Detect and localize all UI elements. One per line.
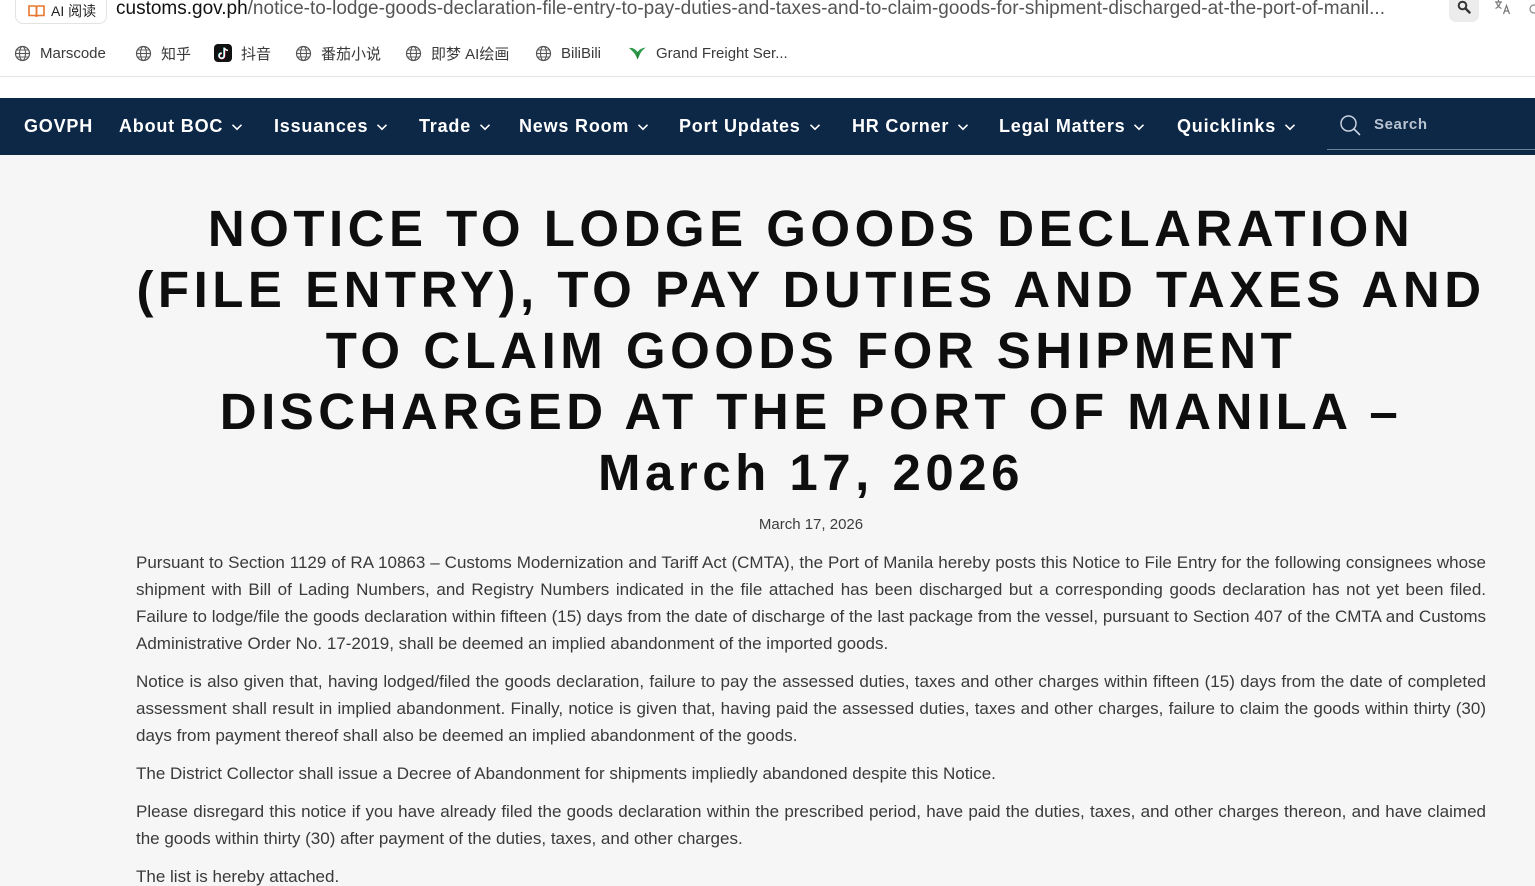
ai-read-button[interactable]: AI 阅读: [15, 0, 108, 24]
bookmark-zhihu[interactable]: 知乎: [135, 43, 191, 63]
bookmark-grand-freight[interactable]: Grand Freight Ser...: [628, 43, 788, 63]
bookmark-label: 抖音: [241, 45, 272, 63]
nav-item-label: Issuances: [274, 116, 369, 136]
chevron-down-icon: [1284, 123, 1296, 131]
bookmark-label: Grand Freight Ser...: [656, 44, 788, 62]
nav-item-label: News Room: [519, 116, 630, 136]
bookmark-label: 即梦 AI绘画: [431, 45, 510, 63]
article-paragraph: Please disregard this notice if you have…: [136, 802, 1486, 848]
translate-button[interactable]: [1488, 0, 1518, 22]
nav-item-port-updates[interactable]: Port Updates: [679, 98, 821, 155]
article-paragraph: The list is hereby attached.: [136, 867, 340, 886]
post-date: March 17, 2026: [758, 516, 864, 533]
main-nav: GOVPH About BOC Issuances Trade News Roo…: [0, 98, 1535, 155]
article-paragraph: The District Collector shall issue a Dec…: [136, 764, 996, 783]
chevron-down-icon: [231, 123, 243, 131]
url-field[interactable]: customs.gov.ph/notice-to-lodge-goods-dec…: [116, 0, 1436, 21]
globe-icon: [535, 45, 552, 62]
url-host: customs.gov.ph: [116, 0, 248, 19]
bookmark-marscode[interactable]: Marscode: [14, 43, 106, 63]
zoom-icon: [1457, 0, 1471, 19]
nav-brand-govph[interactable]: GOVPH: [24, 98, 93, 155]
address-bar-overflow[interactable]: [1527, 0, 1535, 22]
nav-item-label: Legal Matters: [999, 116, 1126, 136]
nav-item-label: Quicklinks: [1177, 116, 1277, 136]
globe-icon: [405, 45, 422, 62]
article: NOTICE TO LODGE GOODS DECLARATION (FILE …: [136, 155, 1486, 886]
nav-item-label: Trade: [419, 116, 472, 136]
bookmarks-bar: Marscode 知乎 抖音 番茄小说 即梦 AI绘画 BiliBili Gra…: [0, 28, 1535, 77]
tiktok-icon: [214, 44, 232, 62]
article-paragraph: Notice is also given that, having lodged…: [136, 672, 1486, 745]
ai-read-icon: [28, 4, 45, 18]
bookmark-douyin[interactable]: 抖音: [214, 43, 271, 63]
nav-item-hr-corner[interactable]: HR Corner: [852, 98, 969, 155]
ai-read-label: AI 阅读: [51, 2, 97, 19]
chevron-down-icon: [809, 123, 821, 131]
nav-brand-label: GOVPH: [24, 116, 94, 136]
translate-icon: [1494, 0, 1512, 20]
site-search: [1327, 98, 1535, 150]
search-input[interactable]: [1374, 112, 1524, 136]
browser-address-bar: AI 阅读 customs.gov.ph/notice-to-lodge-goo…: [0, 0, 1535, 28]
article-body: Pursuant to Section 1129 of RA 10863 – C…: [136, 549, 1486, 886]
chevron-down-icon: [1133, 123, 1145, 131]
bookmark-label: 知乎: [161, 45, 192, 63]
bookmark-bilibili[interactable]: BiliBili: [535, 43, 601, 63]
chevron-down-icon: [376, 123, 388, 131]
globe-icon: [295, 45, 312, 62]
zoom-button[interactable]: [1449, 0, 1479, 22]
bookmark-fanqie[interactable]: 番茄小说: [295, 43, 381, 63]
bookmark-label: Marscode: [40, 44, 106, 62]
article-paragraph: Pursuant to Section 1129 of RA 10863 – C…: [136, 553, 1486, 653]
globe-icon: [135, 45, 152, 62]
nav-item-news-room[interactable]: News Room: [519, 98, 649, 155]
nav-item-legal-matters[interactable]: Legal Matters: [999, 98, 1145, 155]
chevron-down-icon: [479, 123, 491, 131]
bookmark-jimeng[interactable]: 即梦 AI绘画: [405, 43, 509, 63]
nav-item-label: About BOC: [119, 116, 224, 136]
nav-item-label: HR Corner: [852, 116, 950, 136]
page-title: NOTICE TO LODGE GOODS DECLARATION (FILE …: [136, 200, 1486, 501]
page-top-margin: [0, 77, 1535, 98]
nav-item-issuances[interactable]: Issuances: [274, 98, 388, 155]
bookmark-label: BiliBili: [561, 44, 602, 62]
globe-icon: [14, 45, 31, 62]
bird-logo-icon: [628, 46, 647, 60]
nav-item-label: Port Updates: [679, 116, 801, 136]
nav-item-quicklinks[interactable]: Quicklinks: [1177, 98, 1296, 155]
chevron-down-icon: [957, 123, 969, 131]
bookmark-label: 番茄小说: [321, 45, 382, 63]
url-path: /notice-to-lodge-goods-declaration-file-…: [247, 0, 1385, 19]
nav-item-trade[interactable]: Trade: [419, 98, 491, 155]
nav-item-about-boc[interactable]: About BOC: [119, 98, 243, 155]
chevron-down-icon: [637, 123, 649, 131]
